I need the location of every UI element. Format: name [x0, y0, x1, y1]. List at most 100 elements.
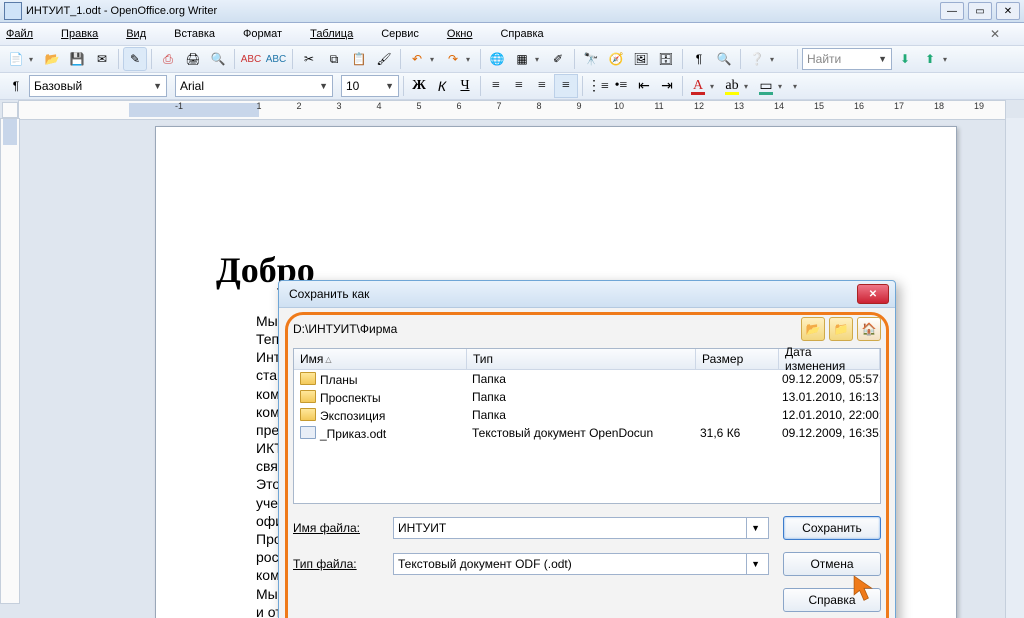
file-row[interactable]: ПланыПапка09.12.2009, 05:57:19 — [294, 370, 880, 388]
close-button[interactable]: ✕ — [996, 2, 1020, 20]
home-button[interactable]: 🏠 — [857, 317, 881, 341]
dialog-close-button[interactable]: ✕ — [857, 284, 889, 304]
export-pdf-icon[interactable]: ⎙ — [156, 47, 180, 71]
find-toolbar-more[interactable]: ▾ — [943, 55, 953, 64]
file-row[interactable]: ЭкспозицияПапка12.01.2010, 22:00:03 — [294, 406, 880, 424]
menu-edit[interactable]: Правка — [61, 28, 112, 40]
new-dropdown[interactable]: ▾ — [29, 55, 39, 64]
undo-dropdown[interactable]: ▾ — [430, 55, 440, 64]
autospell-icon[interactable]: ABC — [264, 47, 288, 71]
paste-icon[interactable]: 📋 — [347, 47, 371, 71]
undo-icon[interactable]: ↶ — [405, 47, 429, 71]
styles-icon[interactable]: ¶ — [4, 74, 28, 98]
filetype-combo[interactable]: Текстовый документ ODF (.odt) ▼ — [393, 553, 769, 575]
bgcolor-button[interactable]: ▭ — [755, 75, 777, 97]
col-type[interactable]: Тип — [467, 349, 696, 369]
col-date[interactable]: Дата изменения — [779, 349, 880, 369]
format-paint-icon[interactable]: 🖌 — [372, 47, 396, 71]
edit-mode-icon[interactable]: ✎ — [123, 47, 147, 71]
align-left-button[interactable]: ≡ — [485, 75, 507, 97]
list-header[interactable]: Имя△ Тип Размер Дата изменения — [294, 349, 880, 370]
datasources-icon[interactable]: 🗄 — [654, 47, 678, 71]
chevron-down-icon[interactable]: ▼ — [876, 54, 889, 64]
preview-icon[interactable]: 🔍 — [206, 47, 230, 71]
fontcolor-dropdown[interactable]: ▾ — [710, 82, 720, 91]
bgcolor-dropdown[interactable]: ▾ — [778, 82, 788, 91]
redo-icon[interactable]: ↷ — [441, 47, 465, 71]
align-justify-button[interactable]: ≡ — [554, 74, 578, 98]
drawing-icon[interactable]: ✐ — [546, 47, 570, 71]
toolbar-more[interactable]: ▾ — [770, 55, 780, 64]
navigator-icon[interactable]: 🧭 — [604, 47, 628, 71]
horizontal-ruler[interactable]: -112345678910111213141516171819 — [18, 100, 1006, 120]
menu-format[interactable]: Формат — [243, 28, 296, 40]
zoom-icon[interactable]: 🔍 — [712, 47, 736, 71]
minimize-button[interactable]: ― — [940, 2, 964, 20]
menu-view[interactable]: Вид — [126, 28, 160, 40]
find-next-icon[interactable]: ⬇ — [893, 47, 917, 71]
hyperlink-icon[interactable]: 🌐 — [485, 47, 509, 71]
find-field[interactable]: Найти ▼ — [802, 48, 892, 70]
find-icon[interactable]: 🔭 — [579, 47, 603, 71]
new-folder-button[interactable]: 📁 — [829, 317, 853, 341]
vertical-scrollbar[interactable] — [1005, 118, 1024, 618]
print-icon[interactable]: 🖨 — [181, 47, 205, 71]
col-size[interactable]: Размер — [696, 349, 779, 369]
file-row[interactable]: _Приказ.odtТекстовый документ OpenDocun3… — [294, 424, 880, 442]
highlight-button[interactable]: ab — [721, 75, 743, 97]
file-row[interactable]: ПроспектыПапка13.01.2010, 16:13:24 — [294, 388, 880, 406]
nonprinting-icon[interactable]: ¶ — [687, 47, 711, 71]
new-doc-icon[interactable]: 📄 — [4, 47, 28, 71]
open-icon[interactable]: 📂 — [40, 47, 64, 71]
font-size-combo[interactable]: 10 ▼ — [341, 75, 399, 97]
cut-icon[interactable]: ✂ — [297, 47, 321, 71]
align-right-button[interactable]: ≡ — [531, 75, 553, 97]
list-bulleted-button[interactable]: •≡ — [610, 75, 632, 97]
chevron-down-icon[interactable]: ▼ — [383, 81, 396, 91]
bold-button[interactable]: Ж — [408, 75, 430, 97]
up-folder-button[interactable]: 📂 — [801, 317, 825, 341]
highlight-dropdown[interactable]: ▾ — [744, 82, 754, 91]
menu-tools[interactable]: Сервис — [381, 28, 433, 40]
italic-button[interactable]: К — [431, 75, 453, 97]
tab-stop-button[interactable] — [2, 102, 18, 118]
chevron-down-icon[interactable]: ▼ — [151, 81, 164, 91]
chevron-down-icon[interactable]: ▼ — [746, 554, 764, 574]
save-button[interactable]: Сохранить — [783, 516, 881, 540]
filename-input[interactable]: ИНТУИТ ▼ — [393, 517, 769, 539]
menu-file[interactable]: Файл — [6, 28, 47, 40]
vertical-ruler[interactable] — [0, 118, 20, 604]
menu-help[interactable]: Справка — [500, 28, 557, 40]
table-icon[interactable]: ▦ — [510, 47, 534, 71]
paragraph-style-combo[interactable]: Базовый ▼ — [29, 75, 167, 97]
maximize-button[interactable]: ▭ — [968, 2, 992, 20]
font-color-button[interactable]: А — [687, 75, 709, 97]
mail-icon[interactable]: ✉ — [90, 47, 114, 71]
file-list[interactable]: Имя△ Тип Размер Дата изменения ПланыПапк… — [293, 348, 881, 504]
menu-table[interactable]: Таблица — [310, 28, 367, 40]
table-dropdown[interactable]: ▾ — [535, 55, 545, 64]
cancel-button[interactable]: Отмена — [783, 552, 881, 576]
menu-insert[interactable]: Вставка — [174, 28, 229, 40]
align-center-button[interactable]: ≡ — [508, 75, 530, 97]
gallery-icon[interactable]: 🖼 — [629, 47, 653, 71]
help-icon[interactable]: ❔ — [745, 47, 769, 71]
font-name-combo[interactable]: Arial ▼ — [175, 75, 333, 97]
list-numbered-button[interactable]: ⋮≡ — [587, 75, 609, 97]
chevron-down-icon[interactable]: ▼ — [746, 518, 764, 538]
underline-button[interactable]: Ч — [454, 75, 476, 97]
redo-dropdown[interactable]: ▾ — [466, 55, 476, 64]
find-prev-icon[interactable]: ⬆ — [918, 47, 942, 71]
spellcheck-icon[interactable]: ABC — [239, 47, 263, 71]
chevron-down-icon[interactable]: ▼ — [317, 81, 330, 91]
increase-indent-button[interactable]: ⇥ — [656, 75, 678, 97]
copy-icon[interactable]: ⧉ — [322, 47, 346, 71]
help-button[interactable]: Справка — [783, 588, 881, 612]
menu-window[interactable]: Окно — [447, 28, 487, 40]
dialog-titlebar[interactable]: Сохранить как ✕ — [279, 281, 895, 308]
save-icon[interactable]: 💾 — [65, 47, 89, 71]
fmt-toolbar-more[interactable]: ▾ — [793, 82, 803, 91]
doc-close-icon[interactable]: ✕ — [990, 27, 1004, 41]
col-name[interactable]: Имя△ — [294, 349, 467, 369]
decrease-indent-button[interactable]: ⇤ — [633, 75, 655, 97]
